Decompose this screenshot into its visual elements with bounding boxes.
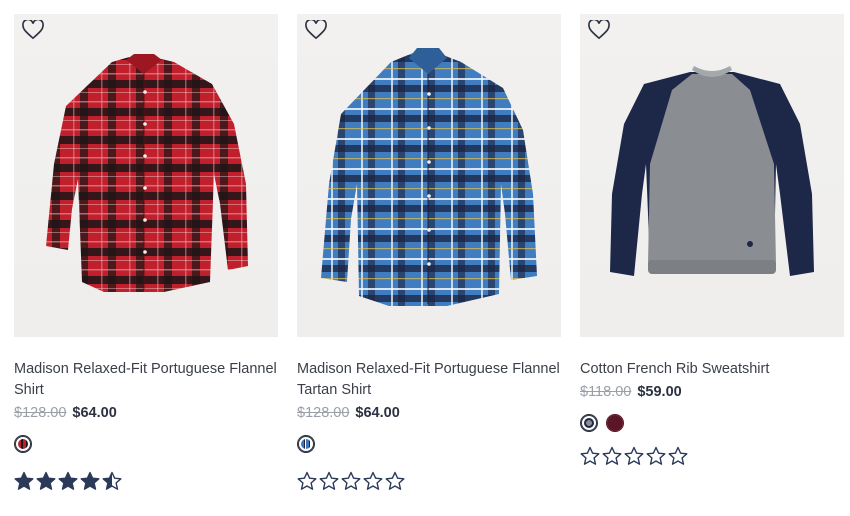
original-price: $118.00	[580, 384, 632, 400]
swatch-blue-plaid[interactable]	[297, 435, 315, 453]
star-icon	[297, 471, 317, 490]
star-icon	[319, 471, 339, 490]
swatch-red-plaid[interactable]	[14, 435, 32, 453]
star-icon	[36, 471, 56, 490]
star-icon	[646, 446, 666, 465]
star-icon	[14, 471, 34, 490]
sale-price: $64.00	[72, 405, 117, 421]
star-icon	[624, 446, 644, 465]
heart-outline-icon[interactable]	[588, 20, 610, 40]
sale-price: $64.00	[355, 405, 400, 421]
product-name[interactable]: Cotton French Rib Sweatshirt	[580, 359, 844, 380]
swatch-grey-navy[interactable]	[580, 414, 598, 432]
price: $128.00 $64.00	[14, 403, 278, 423]
star-icon	[385, 471, 405, 490]
product-name[interactable]: Madison Relaxed-Fit Portuguese Flannel S…	[14, 359, 278, 401]
star-icon	[580, 446, 600, 465]
original-price: $128.00	[14, 405, 67, 421]
sale-price: $59.00	[637, 384, 682, 400]
heart-outline-icon[interactable]	[305, 20, 327, 40]
star-icon	[602, 446, 622, 465]
star-icon	[341, 471, 361, 490]
star-icon	[363, 471, 383, 490]
product-card[interactable]: Madison Relaxed-Fit Portuguese Flannel S…	[14, 14, 278, 491]
product-image[interactable]	[580, 14, 844, 337]
product-card[interactable]: Cotton French Rib Sweatshirt $118.00 $59.…	[580, 14, 844, 466]
swatch-burgundy[interactable]	[606, 414, 624, 432]
original-price: $128.00	[297, 405, 350, 421]
star-icon	[58, 471, 78, 490]
color-swatches	[14, 435, 278, 457]
star-icon	[668, 446, 688, 465]
star-rating	[580, 446, 844, 466]
star-rating	[297, 471, 561, 491]
product-name[interactable]: Madison Relaxed-Fit Portuguese Flannel T…	[297, 359, 561, 401]
star-icon	[102, 471, 122, 490]
color-swatches	[297, 435, 561, 457]
star-icon	[80, 471, 100, 490]
star-rating	[14, 471, 278, 491]
price: $128.00 $64.00	[297, 403, 561, 423]
price: $118.00 $59.00	[580, 382, 844, 402]
product-image[interactable]	[297, 14, 561, 337]
heart-outline-icon[interactable]	[22, 20, 44, 40]
product-image[interactable]	[14, 14, 278, 337]
color-swatches	[580, 414, 844, 436]
product-card[interactable]: Madison Relaxed-Fit Portuguese Flannel T…	[297, 14, 561, 491]
